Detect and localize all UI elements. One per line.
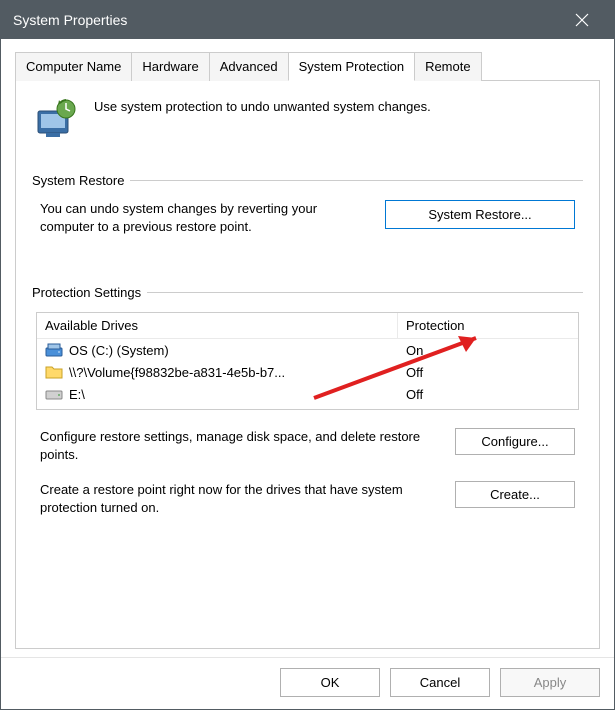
system-restore-group: System Restore You can undo system chang… bbox=[32, 173, 583, 235]
drives-header: Available Drives Protection bbox=[37, 313, 578, 339]
content-area: Computer Name Hardware Advanced System P… bbox=[1, 39, 614, 657]
drives-list: Available Drives Protection OS (C:) (Sys… bbox=[36, 312, 579, 410]
tab-hardware[interactable]: Hardware bbox=[131, 52, 209, 81]
os-drive-icon bbox=[45, 342, 63, 358]
tab-advanced[interactable]: Advanced bbox=[209, 52, 289, 81]
system-restore-button[interactable]: System Restore... bbox=[385, 200, 575, 229]
tab-system-protection[interactable]: System Protection bbox=[288, 52, 416, 81]
drive-name-label: \\?\Volume{f98832be-a831-4e5b-b7... bbox=[69, 365, 285, 380]
tab-computer-name[interactable]: Computer Name bbox=[15, 52, 132, 81]
dialog-footer: OK Cancel Apply bbox=[1, 657, 614, 709]
intro-text: Use system protection to undo unwanted s… bbox=[94, 95, 431, 114]
ok-button[interactable]: OK bbox=[280, 668, 380, 697]
tab-remote[interactable]: Remote bbox=[414, 52, 482, 81]
titlebar: System Properties bbox=[1, 1, 614, 39]
configure-button[interactable]: Configure... bbox=[455, 428, 575, 455]
create-button[interactable]: Create... bbox=[455, 481, 575, 508]
system-properties-window: System Properties Computer Name Hardware… bbox=[0, 0, 615, 710]
restore-description: You can undo system changes by reverting… bbox=[40, 200, 367, 235]
drive-icon bbox=[45, 386, 63, 402]
create-row: Create a restore point right now for the… bbox=[32, 481, 583, 516]
drive-status: Off bbox=[398, 362, 578, 383]
drive-status: On bbox=[398, 340, 578, 361]
drive-status: Off bbox=[398, 384, 578, 405]
configure-description: Configure restore settings, manage disk … bbox=[40, 428, 437, 463]
tab-bar: Computer Name Hardware Advanced System P… bbox=[15, 51, 600, 81]
col-protection: Protection bbox=[398, 313, 578, 339]
cancel-button[interactable]: Cancel bbox=[390, 668, 490, 697]
close-icon bbox=[575, 13, 589, 27]
group-header: System Restore bbox=[32, 173, 583, 188]
apply-button[interactable]: Apply bbox=[500, 668, 600, 697]
drive-name-label: E:\ bbox=[69, 387, 85, 402]
intro-row: Use system protection to undo unwanted s… bbox=[32, 95, 583, 143]
group-label: Protection Settings bbox=[32, 285, 147, 300]
group-label: System Restore bbox=[32, 173, 130, 188]
close-button[interactable] bbox=[562, 1, 602, 39]
protection-settings-group: Protection Settings Available Drives Pro… bbox=[32, 285, 583, 516]
drive-name-label: OS (C:) (System) bbox=[69, 343, 169, 358]
group-header: Protection Settings bbox=[32, 285, 583, 300]
tab-panel: Use system protection to undo unwanted s… bbox=[15, 81, 600, 649]
drive-row[interactable]: E:\ Off bbox=[37, 383, 578, 409]
drive-row[interactable]: OS (C:) (System) On bbox=[37, 339, 578, 361]
col-available-drives: Available Drives bbox=[37, 313, 398, 339]
folder-icon bbox=[45, 364, 63, 380]
restore-row: You can undo system changes by reverting… bbox=[32, 200, 583, 235]
window-title: System Properties bbox=[13, 12, 127, 28]
create-description: Create a restore point right now for the… bbox=[40, 481, 437, 516]
group-divider bbox=[147, 292, 583, 293]
drive-row[interactable]: \\?\Volume{f98832be-a831-4e5b-b7... Off bbox=[37, 361, 578, 383]
configure-row: Configure restore settings, manage disk … bbox=[32, 428, 583, 463]
system-protection-icon bbox=[32, 95, 80, 143]
group-divider bbox=[130, 180, 583, 181]
